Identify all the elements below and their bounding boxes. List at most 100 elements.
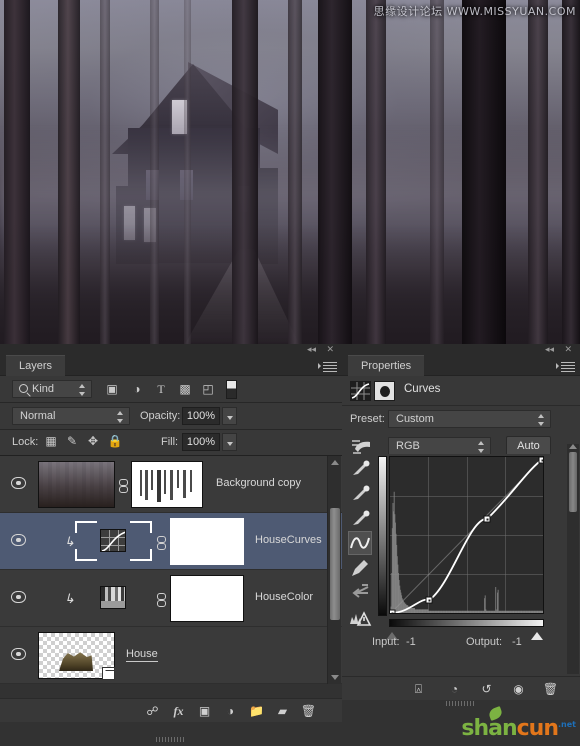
curve-control-point[interactable] — [390, 609, 396, 613]
filter-shape-icon[interactable]: ▩ — [176, 381, 194, 398]
curve-control-point[interactable] — [538, 457, 543, 464]
properties-scrollbar[interactable] — [567, 444, 579, 674]
toggle-layer-visibility-icon[interactable]: ◉ — [510, 681, 527, 697]
table-row[interactable]: Background copy — [0, 456, 342, 513]
smooth-curve-icon[interactable] — [348, 581, 372, 605]
panel-menu-icon[interactable] — [318, 360, 337, 372]
panel-resize-grip[interactable] — [446, 701, 476, 706]
filter-smart-object-icon[interactable]: ◰ — [199, 381, 217, 398]
auto-button[interactable]: Auto — [506, 436, 551, 456]
panel-menu-icon[interactable] — [556, 360, 575, 372]
chevron-updown-icon[interactable] — [478, 441, 485, 453]
lock-all-icon[interactable]: 🔒 — [106, 433, 124, 450]
scrollbar-thumb[interactable] — [330, 508, 340, 620]
preset-row[interactable]: Preset: Custom — [342, 406, 580, 433]
filter-pixel-icon[interactable]: ▣ — [103, 381, 121, 398]
lock-row[interactable]: Lock: ▦ ✎ ✥ 🔒 Fill: 100% — [0, 430, 342, 456]
layers-panel[interactable]: ◂◂ ✕ Layers Kind ▣ ◑ T ▩ ◰ Normal Opacit… — [0, 344, 342, 746]
blend-mode-select[interactable]: Normal — [12, 407, 130, 425]
layer-list[interactable]: Background copy ↳ HouseCurves ↳ HouseCol… — [0, 456, 342, 684]
layer-name[interactable]: Background copy — [216, 477, 301, 489]
close-icon[interactable]: ✕ — [564, 345, 572, 354]
layers-panel-footer[interactable]: ☍ fx ▣ ◑ 📁 ▰ 🗑 — [0, 698, 342, 722]
lock-transparent-pixels-icon[interactable]: ▦ — [42, 433, 60, 450]
lock-position-icon[interactable]: ✥ — [84, 433, 102, 450]
curves-graph[interactable] — [389, 456, 544, 614]
document-canvas[interactable]: 思缘设计论坛 WWW.MISSYUAN.COM — [0, 0, 580, 344]
close-icon[interactable]: ✕ — [326, 345, 334, 354]
layer-filter-row[interactable]: Kind ▣ ◑ T ▩ ◰ — [0, 376, 342, 403]
chevron-updown-icon[interactable] — [538, 414, 545, 426]
filter-type-icon[interactable]: T — [152, 381, 170, 398]
table-row[interactable]: House — [0, 627, 342, 684]
fill-stepper[interactable] — [222, 433, 237, 451]
delete-adjustment-icon[interactable]: 🗑 — [542, 681, 559, 697]
link-layers-icon[interactable]: ☍ — [144, 703, 161, 719]
view-previous-state-icon[interactable]: ◔ — [446, 681, 463, 697]
filter-toggle-switch[interactable] — [226, 380, 237, 399]
table-row[interactable]: ↳ HouseCurves — [0, 513, 342, 570]
scroll-down-arrow-icon[interactable] — [331, 675, 339, 680]
add-layer-mask-icon[interactable]: ▣ — [196, 703, 213, 719]
curves-editor[interactable]: Input: -1 Output: -1 — [342, 454, 580, 679]
sample-black-point-eyedropper-icon[interactable] — [348, 456, 372, 480]
eye-icon[interactable] — [11, 591, 26, 603]
opacity-stepper[interactable] — [222, 407, 237, 425]
curves-adjustment-thumbnail[interactable] — [100, 529, 126, 552]
new-adjustment-layer-icon[interactable]: ◑ — [222, 703, 239, 719]
properties-tabstrip[interactable]: Properties — [342, 355, 580, 376]
layer-mask-thumbnail[interactable] — [170, 575, 244, 622]
layer-style-fx-icon[interactable]: fx — [170, 703, 187, 719]
chevron-updown-icon[interactable] — [79, 384, 86, 396]
scroll-up-arrow-icon[interactable] — [569, 444, 577, 449]
fill-input[interactable]: 100% — [182, 433, 220, 451]
delete-layer-icon[interactable]: 🗑 — [300, 703, 317, 719]
draw-curve-pencil-icon[interactable] — [348, 556, 372, 580]
curves-tool-column[interactable] — [348, 456, 372, 631]
black-white-adjustment-thumbnail[interactable] — [100, 586, 126, 609]
scrollbar-thumb[interactable] — [569, 452, 577, 512]
collapse-panel-icon[interactable]: ◂◂ — [545, 345, 554, 354]
lock-image-pixels-icon[interactable]: ✎ — [63, 433, 81, 450]
layer-name[interactable]: HouseColor — [255, 591, 313, 603]
panel-resize-grip[interactable] — [156, 737, 186, 742]
layer-name[interactable]: House — [126, 648, 158, 662]
clipping-warning-icon[interactable] — [348, 606, 372, 630]
preset-select[interactable]: Custom — [388, 410, 551, 428]
curves-icon[interactable] — [350, 381, 371, 401]
filter-kind-select[interactable]: Kind — [12, 380, 92, 398]
white-point-slider[interactable] — [531, 632, 543, 640]
layer-thumbnail[interactable] — [38, 461, 115, 508]
table-row[interactable]: ↳ HouseColor — [0, 570, 342, 627]
layers-scrollbar[interactable] — [327, 456, 341, 684]
tab-properties[interactable]: Properties — [348, 355, 425, 376]
chevron-updown-icon[interactable] — [117, 411, 124, 423]
blend-mode-row[interactable]: Normal Opacity: 100% — [0, 403, 342, 430]
layers-tabstrip[interactable]: Layers — [0, 355, 342, 376]
new-layer-icon[interactable]: ▰ — [274, 703, 291, 719]
mask-icon[interactable] — [374, 381, 395, 401]
sample-white-point-eyedropper-icon[interactable] — [348, 506, 372, 530]
curve-control-point[interactable] — [425, 596, 433, 604]
eye-icon[interactable] — [11, 534, 26, 546]
curve-control-point[interactable] — [483, 515, 491, 523]
link-mask-icon[interactable] — [119, 479, 129, 495]
layer-mask-thumbnail[interactable] — [170, 518, 244, 565]
sample-gray-point-eyedropper-icon[interactable] — [348, 481, 372, 505]
edit-points-curve-icon[interactable] — [348, 531, 372, 555]
link-mask-icon[interactable] — [157, 536, 167, 552]
scroll-up-arrow-icon[interactable] — [331, 460, 339, 465]
collapse-panel-icon[interactable]: ◂◂ — [307, 345, 316, 354]
layer-mask-thumbnail[interactable] — [131, 461, 203, 508]
filter-adjustment-icon[interactable]: ◑ — [128, 381, 146, 398]
opacity-input[interactable]: 100% — [182, 407, 220, 425]
reset-adjustment-icon[interactable]: ↺ — [478, 681, 495, 697]
eye-icon[interactable] — [11, 477, 26, 489]
tab-layers[interactable]: Layers — [6, 355, 66, 376]
eye-icon[interactable] — [11, 648, 26, 660]
properties-panel[interactable]: ◂◂ ✕ Properties Curves Preset: Custom RG… — [342, 344, 580, 746]
curves-graph-wrapper[interactable] — [378, 456, 544, 640]
channel-select[interactable]: RGB — [388, 437, 491, 455]
layer-name[interactable]: HouseCurves — [255, 534, 322, 546]
link-mask-icon[interactable] — [157, 593, 167, 609]
